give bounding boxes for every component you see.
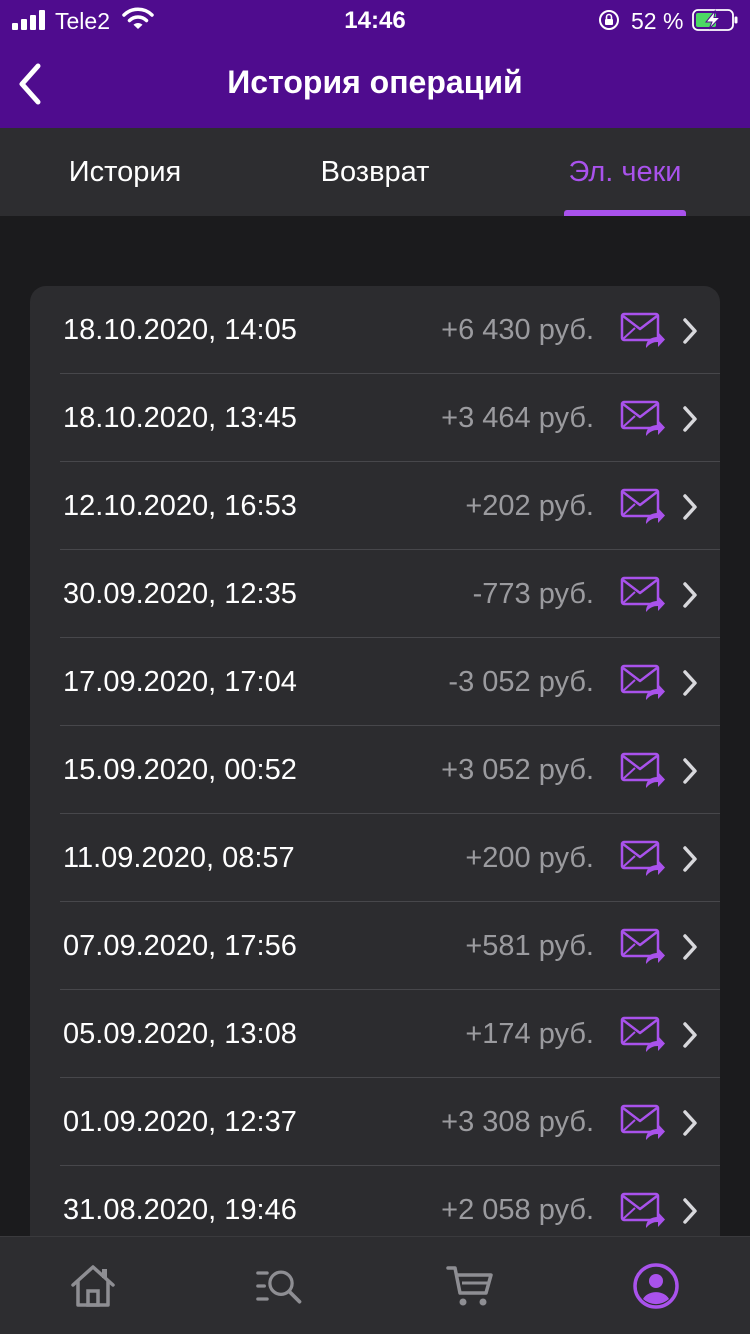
operation-amount: +6 430 руб.	[441, 314, 594, 346]
mail-forward-icon[interactable]	[620, 752, 666, 790]
chevron-right-icon[interactable]	[681, 845, 699, 873]
operation-row[interactable]: 30.09.2020, 12:35 -773 руб.	[30, 550, 720, 638]
battery-charging-icon	[692, 9, 738, 31]
mail-forward-icon[interactable]	[620, 488, 666, 526]
operation-date: 30.09.2020, 12:35	[63, 578, 297, 610]
chevron-right-icon[interactable]	[681, 1021, 699, 1049]
operation-date: 01.09.2020, 12:37	[63, 1106, 297, 1138]
operation-row[interactable]: 18.10.2020, 14:05 +6 430 руб.	[30, 286, 720, 374]
operation-amount: +2 058 руб.	[441, 1194, 594, 1226]
mail-forward-icon[interactable]	[620, 840, 666, 878]
operation-date: 15.09.2020, 00:52	[63, 754, 297, 786]
mail-forward-icon[interactable]	[620, 1016, 666, 1054]
operation-date: 05.09.2020, 13:08	[63, 1018, 297, 1050]
operation-row[interactable]: 31.08.2020, 19:46 +2 058 руб.	[30, 1166, 720, 1246]
operation-date: 18.10.2020, 13:45	[63, 402, 297, 434]
chevron-right-icon[interactable]	[681, 493, 699, 521]
battery-percent: 52 %	[631, 8, 684, 34]
operation-row[interactable]: 12.10.2020, 16:53 +202 руб.	[30, 462, 720, 550]
mail-forward-icon[interactable]	[620, 312, 666, 350]
cart-icon[interactable]	[446, 1261, 496, 1311]
operation-date: 18.10.2020, 14:05	[63, 314, 297, 346]
operation-date: 17.09.2020, 17:04	[63, 666, 297, 698]
operation-amount: +3 464 руб.	[441, 402, 594, 434]
operation-date: 31.08.2020, 19:46	[63, 1194, 297, 1226]
tabs: История Возврат Эл. чеки	[0, 128, 750, 216]
operation-amount: -773 руб.	[472, 578, 594, 610]
chevron-right-icon[interactable]	[681, 1197, 699, 1225]
operation-date: 07.09.2020, 17:56	[63, 930, 297, 962]
operation-row[interactable]: 11.09.2020, 08:57 +200 руб.	[30, 814, 720, 902]
operation-row[interactable]: 15.09.2020, 00:52 +3 052 руб.	[30, 726, 720, 814]
search-list-icon[interactable]	[256, 1261, 306, 1311]
operation-row[interactable]: 17.09.2020, 17:04 -3 052 руб.	[30, 638, 720, 726]
operation-amount: +174 руб.	[465, 1018, 594, 1050]
page-title: История операций	[227, 64, 523, 100]
chevron-right-icon[interactable]	[681, 581, 699, 609]
operation-date: 11.09.2020, 08:57	[63, 842, 295, 874]
operation-row[interactable]: 05.09.2020, 13:08 +174 руб.	[30, 990, 720, 1078]
operations-list: 18.10.2020, 14:05 +6 430 руб. 18.10.2020, …	[30, 286, 720, 1246]
operation-row[interactable]: 01.09.2020, 12:37 +3 308 руб.	[30, 1078, 720, 1166]
orientation-lock-icon	[599, 10, 619, 30]
chevron-right-icon[interactable]	[681, 669, 699, 697]
mail-forward-icon[interactable]	[620, 664, 666, 702]
operation-amount: +3 052 руб.	[441, 754, 594, 786]
operation-row[interactable]: 07.09.2020, 17:56 +581 руб.	[30, 902, 720, 990]
operation-amount: +202 руб.	[465, 490, 594, 522]
operation-amount: -3 052 руб.	[448, 666, 594, 698]
mail-forward-icon[interactable]	[620, 576, 666, 614]
home-icon[interactable]	[68, 1261, 118, 1311]
operation-date: 12.10.2020, 16:53	[63, 490, 297, 522]
chevron-right-icon[interactable]	[681, 757, 699, 785]
chevron-right-icon[interactable]	[681, 405, 699, 433]
operation-amount: +200 руб.	[465, 842, 594, 874]
chevron-right-icon[interactable]	[681, 933, 699, 961]
operation-amount: +581 руб.	[465, 930, 594, 962]
chevron-right-icon[interactable]	[681, 317, 699, 345]
tab-return[interactable]: Возврат	[250, 128, 500, 216]
mail-forward-icon[interactable]	[620, 1104, 666, 1142]
bottom-tab-bar	[0, 1236, 750, 1334]
chevron-right-icon[interactable]	[681, 1109, 699, 1137]
mail-forward-icon[interactable]	[620, 928, 666, 966]
tab-e-receipts[interactable]: Эл. чеки	[500, 128, 750, 216]
mail-forward-icon[interactable]	[620, 400, 666, 438]
operation-row[interactable]: 18.10.2020, 13:45 +3 464 руб.	[30, 374, 720, 462]
active-tab-indicator	[564, 210, 686, 216]
operation-amount: +3 308 руб.	[441, 1106, 594, 1138]
profile-icon[interactable]	[631, 1261, 681, 1311]
status-bar: Tele2 14:46 52 %	[0, 0, 750, 42]
mail-forward-icon[interactable]	[620, 1192, 666, 1230]
top-bar: Tele2 14:46 52 % История операций	[0, 0, 750, 128]
tab-history[interactable]: История	[0, 128, 250, 216]
